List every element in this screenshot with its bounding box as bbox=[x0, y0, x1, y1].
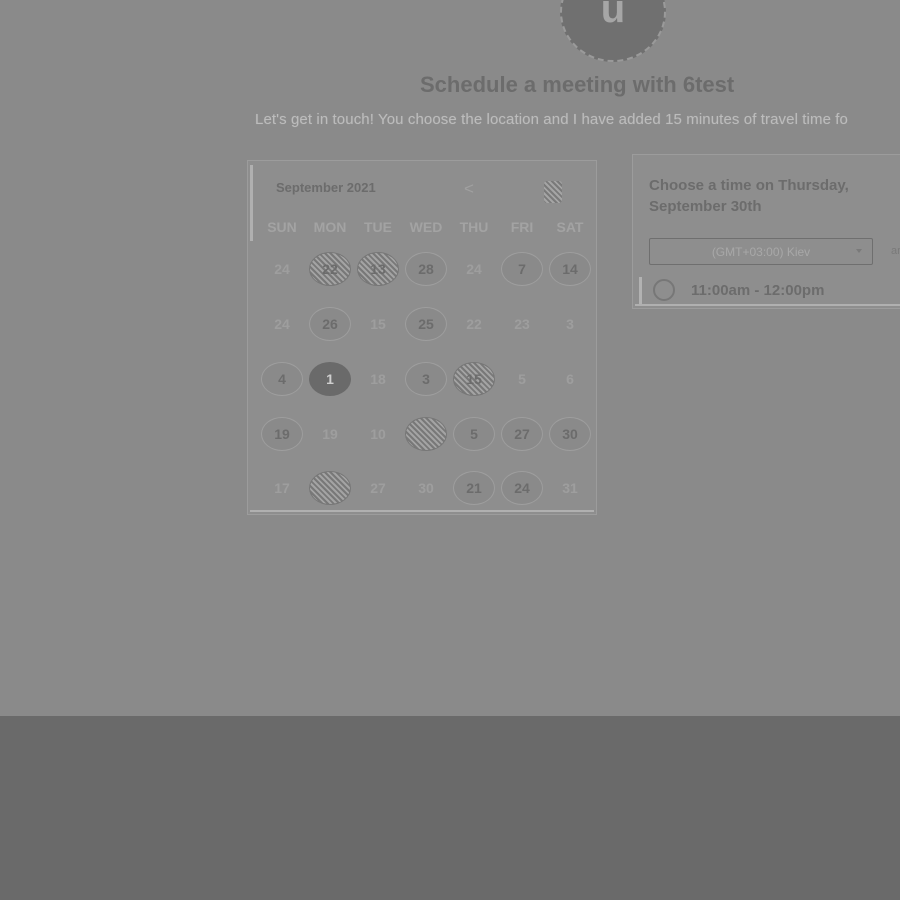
time-picker-card: Choose a time on Thursday, September 30t… bbox=[632, 154, 900, 309]
calendar-day: 6 bbox=[566, 371, 574, 387]
calendar-day[interactable]: 25 bbox=[405, 307, 447, 341]
weekday-thu: THU bbox=[459, 219, 489, 235]
timezone-select[interactable]: (GMT+03:00) Kiev bbox=[649, 238, 873, 265]
calendar-day: 23 bbox=[514, 316, 530, 332]
calendar-day[interactable]: 27 bbox=[501, 417, 543, 451]
calendar-day: 24 bbox=[466, 261, 482, 277]
calendar-day[interactable]: 4 bbox=[261, 362, 303, 396]
calendar-day: 31 bbox=[562, 480, 578, 496]
avatar-initial: u bbox=[600, 0, 626, 31]
calendar-day[interactable]: 26 bbox=[309, 307, 351, 341]
calendar-day: 22 bbox=[466, 316, 482, 332]
calendar-day: 5 bbox=[518, 371, 526, 387]
calendar-day: 18 bbox=[370, 371, 386, 387]
page-title: Schedule a meeting with 6test bbox=[420, 72, 735, 97]
calendar-day: 24 bbox=[274, 316, 290, 332]
caret-down-icon bbox=[856, 249, 862, 253]
weekday-sat: SAT bbox=[556, 219, 584, 235]
weekday-tue: TUE bbox=[364, 219, 392, 235]
calendar-card: September 2021 < SUN MON TUE WED THU FRI SAT 24… bbox=[247, 160, 597, 515]
weekday-sun: SUN bbox=[267, 219, 297, 235]
calendar-day-selected[interactable]: 1 bbox=[309, 362, 351, 396]
calendar-day: 30 bbox=[418, 480, 434, 496]
calendar-day[interactable] bbox=[405, 417, 447, 451]
calendar-day: 27 bbox=[370, 480, 386, 496]
calendar-day[interactable] bbox=[309, 471, 351, 505]
page-subtitle: Let's get in touch! You choose the locat… bbox=[255, 111, 848, 128]
avatar: u bbox=[560, 0, 666, 62]
calendar-day[interactable]: 30 bbox=[549, 417, 591, 451]
month-label: September 2021 bbox=[276, 180, 376, 195]
calendar-day: 15 bbox=[370, 316, 386, 332]
calendar-day: 24 bbox=[274, 261, 290, 277]
calendar-day[interactable]: 13 bbox=[357, 252, 399, 286]
chevron-right-icon[interactable] bbox=[544, 181, 562, 203]
timezone-extra-text: ar bbox=[891, 245, 900, 257]
radio-circle-icon[interactable] bbox=[653, 279, 675, 301]
calendar-day[interactable]: 5 bbox=[453, 417, 495, 451]
calendar-day: 17 bbox=[274, 480, 290, 496]
calendar-day[interactable]: 22 bbox=[309, 252, 351, 286]
chevron-left-icon[interactable]: < bbox=[464, 179, 474, 199]
time-panel-title: Choose a time on Thursday, September 30t… bbox=[649, 177, 849, 215]
calendar-day[interactable]: 14 bbox=[549, 252, 591, 286]
time-slot-label: 11:00am - 12:00pm bbox=[691, 281, 825, 299]
calendar-day[interactable]: 3 bbox=[405, 362, 447, 396]
time-slot[interactable]: 11:00am - 12:00pm bbox=[639, 275, 900, 305]
calendar-day[interactable]: 24 bbox=[501, 471, 543, 505]
calendar-day[interactable]: 19 bbox=[261, 417, 303, 451]
weekday-fri: FRI bbox=[510, 219, 534, 235]
weekday-mon: MON bbox=[313, 219, 347, 235]
calendar-day[interactable]: 28 bbox=[405, 252, 447, 286]
calendar-day[interactable]: 15 bbox=[453, 362, 495, 396]
calendar-day: 19 bbox=[322, 426, 338, 442]
calendar-day[interactable]: 7 bbox=[501, 252, 543, 286]
calendar-day: 3 bbox=[566, 316, 574, 332]
calendar-day: 10 bbox=[370, 426, 386, 442]
timezone-value: (GMT+03:00) Kiev bbox=[711, 244, 811, 259]
calendar-day[interactable]: 21 bbox=[453, 471, 495, 505]
weekday-wed: WED bbox=[409, 219, 443, 235]
footer-band bbox=[0, 716, 900, 900]
